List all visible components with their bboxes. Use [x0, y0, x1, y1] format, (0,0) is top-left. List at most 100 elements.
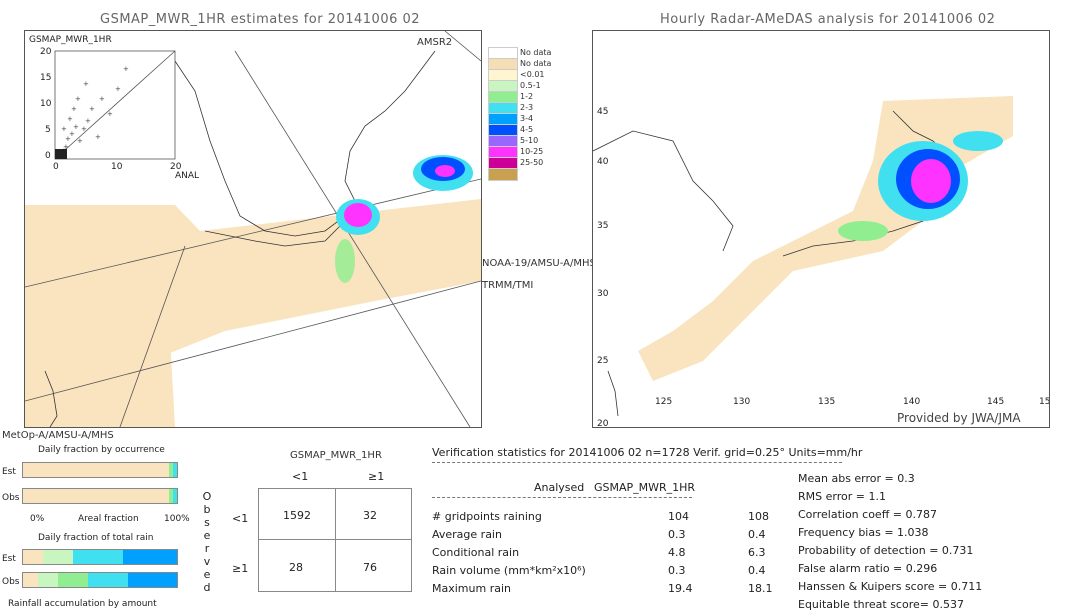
svg-text:+: + — [123, 65, 129, 73]
total-rain-est-bar — [22, 549, 178, 565]
color-legend: No data No data <0.01 0.5-1 1-2 2-3 3-4 4-5 5-10… — [488, 47, 558, 181]
gsmap-estimate-map: ++++ ++++ ++++ ++++ ++++ GSMAP_MWR_1HR 2… — [24, 30, 482, 428]
score-item: Probability of detection = 0.731 — [798, 544, 974, 557]
observed-label: Observed — [202, 490, 212, 594]
scatter-y-tick: 10 — [40, 99, 52, 109]
lon-tick: 125 — [655, 397, 673, 407]
legend-item: 4-5 — [488, 124, 558, 137]
stat-analysed-value: 19.4 — [668, 582, 693, 595]
score-item: Frequency bias = 1.038 — [798, 526, 929, 539]
legend-label: 25-50 — [520, 158, 544, 167]
contingency-title: GSMAP_MWR_1HR — [290, 450, 382, 461]
rain-cell — [911, 159, 951, 203]
legend-item: <0.01 — [488, 69, 558, 82]
scatter-x-tick: 10 — [111, 162, 123, 172]
col-header-ge1: ≥1 — [368, 470, 385, 483]
cell-miss: 28 — [289, 561, 303, 574]
col-estimate: GSMAP_MWR_1HR — [594, 481, 696, 494]
right-map-title: Hourly Radar-AMeDAS analysis for 2014100… — [660, 12, 996, 27]
row-header-ge1: ≥1 — [232, 562, 249, 575]
legend-label: 2-3 — [520, 103, 534, 112]
legend-item — [488, 168, 558, 181]
axis-mid: Areal fraction — [78, 514, 139, 524]
cell-false-alarm: 32 — [363, 509, 377, 522]
radar-map-graphic — [593, 96, 1013, 417]
svg-text:+: + — [89, 105, 95, 113]
axis-left: 0% — [30, 514, 45, 524]
coastline — [593, 130, 734, 252]
axis-right: 100% — [164, 514, 190, 524]
svg-text:+: + — [99, 95, 105, 103]
scatter-x-label: ANAL — [175, 171, 200, 181]
svg-text:+: + — [77, 137, 83, 145]
score-item: Equitable threat score= 0.537 — [798, 598, 964, 611]
stat-estimate-value: 108 — [748, 510, 769, 523]
legend-item: 0.5-1 — [488, 80, 558, 93]
obs-label: Obs — [2, 493, 20, 503]
score-item: Hanssen & Kuipers score = 0.711 — [798, 580, 983, 593]
total-rain-obs-bar — [22, 572, 178, 588]
svg-text:+: + — [67, 115, 73, 123]
score-item: False alarm ratio = 0.296 — [798, 562, 938, 575]
rain-cell — [335, 239, 355, 283]
stat-estimate-value: 0.4 — [748, 528, 766, 541]
amsr2-label: AMSR2 — [417, 37, 453, 48]
stat-analysed-value: 104 — [668, 510, 689, 523]
radar-amedas-map: 45 40 35 30 25 20 125 130 135 140 145 15… — [592, 30, 1050, 428]
verification-header: Verification statistics for 20141006 02 … — [432, 446, 863, 459]
scatter-y-tick: 15 — [40, 73, 52, 83]
total-rain-title: Daily fraction of total rain — [38, 533, 154, 543]
svg-text:+: + — [95, 133, 101, 141]
row-header-lt1: <1 — [232, 512, 249, 525]
credit-label: Provided by JWA/JMA — [897, 411, 1021, 425]
divider — [432, 462, 842, 463]
scatter-y-label: GSMAP_MWR_1HR — [29, 35, 112, 45]
svg-text:+: + — [61, 125, 67, 133]
legend-swatch — [488, 168, 518, 181]
legend-label: 5-10 — [520, 136, 539, 145]
svg-text:+: + — [75, 95, 81, 103]
lon-tick: 140 — [903, 397, 921, 407]
legend-item: No data — [488, 47, 558, 60]
rain-cell — [953, 131, 1003, 151]
rain-cell — [838, 221, 888, 241]
stat-analysed-value: 4.8 — [668, 546, 686, 559]
stat-analysed-value: 0.3 — [668, 528, 686, 541]
scatter-x-tick: 0 — [53, 162, 59, 172]
stat-row-label: Rain volume (mm*km²x10⁶) — [432, 564, 586, 577]
stat-analysed-value: 0.3 — [668, 564, 686, 577]
score-item: Mean abs error = 0.3 — [798, 472, 915, 485]
legend-label: <0.01 — [520, 70, 545, 79]
contingency-table: 1592 32 28 76 — [258, 488, 412, 592]
est-label-2: Est — [2, 554, 16, 564]
lon-tick: 135 — [818, 397, 836, 407]
lat-tick: 20 — [597, 419, 609, 428]
stat-row-label: Average rain — [432, 528, 502, 541]
stat-row-label: # gridpoints raining — [432, 510, 542, 523]
legend-label: 1-2 — [520, 92, 534, 101]
metop-label: MetOp-A/AMSU-A/MHS — [2, 430, 114, 441]
accumulation-title: Rainfall accumulation by amount — [8, 599, 157, 609]
stat-row-label: Maximum rain — [432, 582, 511, 595]
svg-text:+: + — [83, 80, 89, 88]
col-analysed: Analysed — [534, 481, 585, 494]
rain-cell — [435, 165, 455, 177]
lon-tick: 130 — [733, 397, 751, 407]
legend-item: 1-2 — [488, 91, 558, 104]
divider — [432, 497, 692, 498]
lat-tick: 40 — [597, 157, 609, 167]
legend-item: 10-25 — [488, 146, 558, 159]
coastline-taiwan — [607, 370, 619, 417]
stat-estimate-value: 18.1 — [748, 582, 773, 595]
lat-tick: 35 — [597, 221, 609, 231]
occurrence-title: Daily fraction by occurrence — [38, 445, 165, 455]
svg-text:+: + — [85, 117, 91, 125]
svg-text:+: + — [71, 105, 77, 113]
legend-label: 4-5 — [520, 125, 534, 134]
stat-row-label: Conditional rain — [432, 546, 520, 559]
lon-tick: 15 — [1039, 397, 1050, 407]
legend-item: 25-50 — [488, 157, 558, 170]
legend-label: 3-4 — [520, 114, 534, 123]
lat-tick: 45 — [597, 107, 609, 117]
gsmap-map-graphic: ++++ ++++ ++++ ++++ ++++ — [25, 31, 481, 427]
